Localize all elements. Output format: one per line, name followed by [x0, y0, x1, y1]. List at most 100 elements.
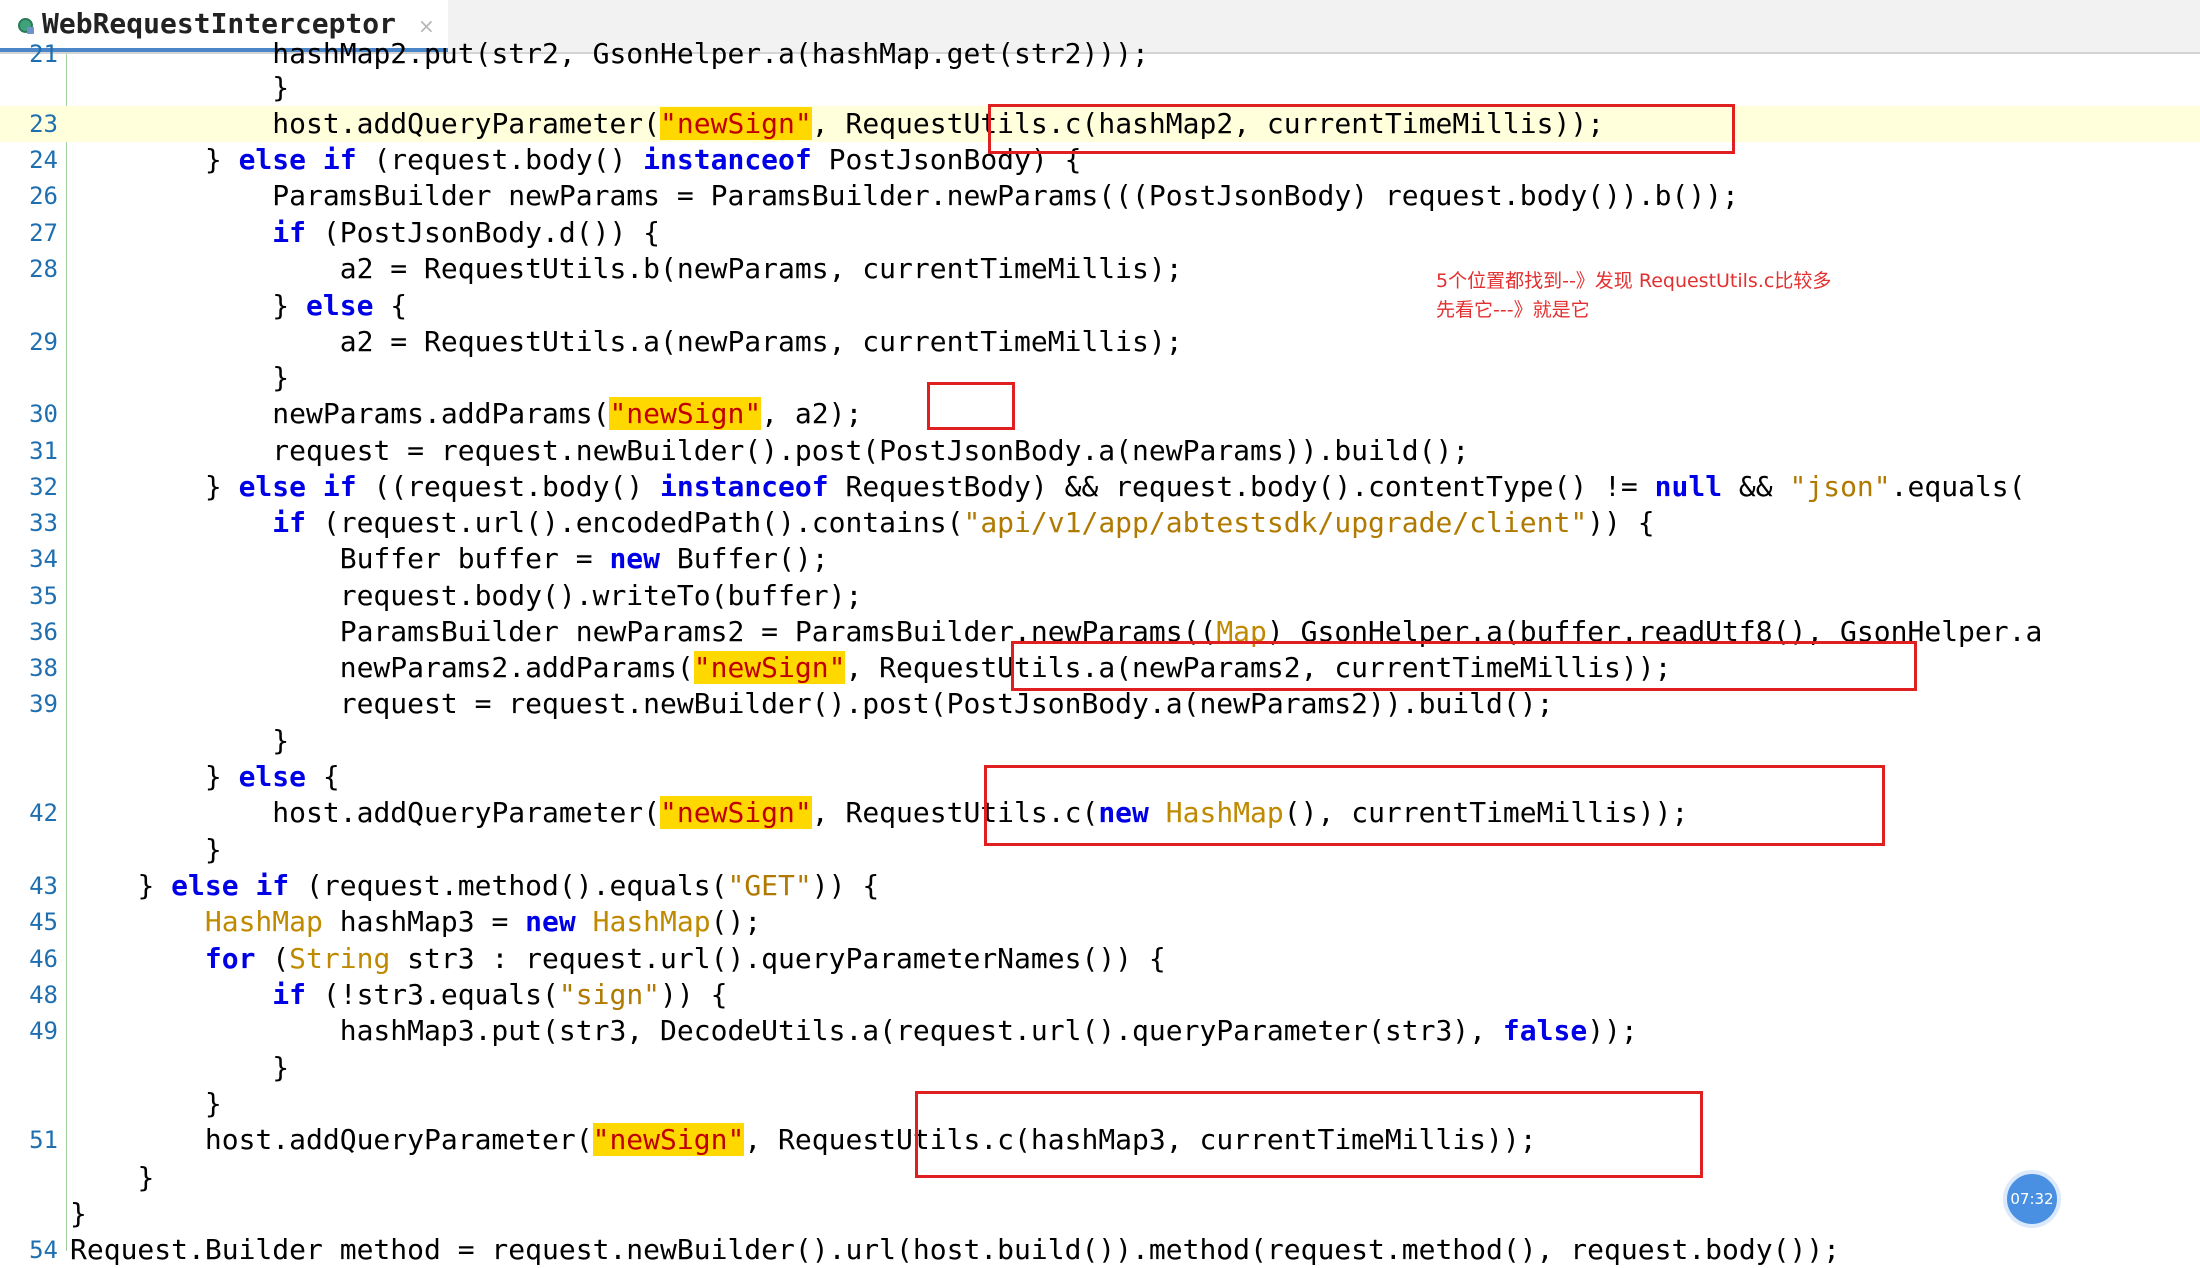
code-text: ParamsBuilder newParams2 = ParamsBuilder… — [70, 614, 2043, 650]
code-text: } — [70, 723, 289, 759]
code-line[interactable]: 29 a2 = RequestUtils.a(newParams, curren… — [0, 324, 2200, 360]
code-text: HashMap hashMap3 = new HashMap(); — [70, 904, 761, 940]
code-line[interactable]: 39 request = request.newBuilder().post(P… — [0, 686, 2200, 722]
code-line[interactable]: 30 newParams.addParams("newSign", a2); — [0, 396, 2200, 432]
code-token: newParams2.addParams( — [339, 651, 694, 684]
code-line[interactable]: 23 host.addQueryParameter("newSign", Req… — [0, 106, 2200, 142]
code-token: } — [137, 869, 172, 902]
code-line[interactable]: } — [0, 70, 2200, 106]
code-line[interactable]: } else { — [0, 759, 2200, 795]
code-token: Buffer buffer = — [339, 542, 610, 575]
code-text: } — [70, 1050, 289, 1086]
code-line[interactable]: 45 HashMap hashMap3 = new HashMap(); — [0, 904, 2200, 940]
code-line[interactable]: 32 } else if ((request.body() instanceof… — [0, 469, 2200, 505]
code-line[interactable]: 34 Buffer buffer = new Buffer(); — [0, 541, 2200, 577]
code-line[interactable]: 42 host.addQueryParameter("newSign", Req… — [0, 795, 2200, 831]
annotation-line-2: 先看它---》就是它 — [1436, 299, 1590, 321]
code-token: && — [1722, 470, 1790, 503]
code-token: } — [70, 1197, 87, 1230]
code-line[interactable]: } — [0, 832, 2200, 868]
clock-badge[interactable]: 07:32 — [2003, 1170, 2061, 1228]
code-line[interactable]: 31 request = request.newBuilder().post(P… — [0, 433, 2200, 469]
code-token: (request.body() — [356, 143, 644, 176]
code-token: , a2); — [761, 397, 863, 430]
code-token: request.body().writeTo(buffer); — [339, 579, 863, 612]
code-line[interactable]: } — [0, 1196, 2200, 1232]
code-line[interactable]: 36 ParamsBuilder newParams2 = ParamsBuil… — [0, 614, 2200, 650]
code-line[interactable]: 24 } else if (request.body() instanceof … — [0, 142, 2200, 178]
line-number: 32 — [29, 473, 58, 501]
code-text: } else { — [70, 759, 340, 795]
code-line[interactable]: } — [0, 1050, 2200, 1086]
annotation-line-1: 5个位置都找到--》发现 RequestUtils.c比较多 — [1436, 270, 1832, 292]
code-token: host.addQueryParameter( — [204, 1123, 593, 1156]
code-text: if (!str3.equals("sign")) { — [70, 977, 727, 1013]
line-number: 34 — [29, 545, 58, 573]
code-text: } else if (request.method().equals("GET"… — [70, 868, 879, 904]
code-token: (PostJsonBody.d()) { — [306, 216, 661, 249]
type-name: HashMap — [592, 905, 711, 938]
code-token: str3 : request.url().queryParameterNames… — [390, 942, 1166, 975]
code-text: } else if (request.body() instanceof Pos… — [70, 142, 1082, 178]
code-line[interactable]: 38 newParams2.addParams("newSign", Reque… — [0, 650, 2200, 686]
code-line[interactable]: } else { — [0, 288, 2200, 324]
keyword: false — [1502, 1014, 1588, 1047]
code-line[interactable]: 35 request.body().writeTo(buffer); — [0, 578, 2200, 614]
code-token: host.addQueryParameter( — [272, 796, 661, 829]
search-match: "newSign" — [693, 651, 846, 684]
code-text: } else { — [70, 288, 407, 324]
close-icon[interactable]: × — [418, 14, 435, 38]
code-line[interactable]: 51 host.addQueryParameter("newSign", Req… — [0, 1122, 2200, 1158]
line-number: 30 — [29, 400, 58, 428]
code-text: } — [70, 832, 222, 868]
code-line[interactable]: 54 Request.Builder method = request.newBu… — [0, 1232, 2200, 1268]
code-line[interactable]: } — [0, 1086, 2200, 1122]
code-line[interactable]: 33 if (request.url().encodedPath().conta… — [0, 505, 2200, 541]
code-text: request.body().writeTo(buffer); — [70, 578, 863, 614]
search-match: "newSign" — [660, 796, 812, 829]
code-line[interactable]: 46 for (String str3 : request.url().quer… — [0, 941, 2200, 977]
keyword: null — [1654, 470, 1723, 503]
code-line[interactable]: } — [0, 723, 2200, 759]
code-token: request = request.newBuilder().post(Post… — [339, 687, 1554, 720]
code-token: } — [272, 361, 290, 394]
code-line[interactable]: 21 hashMap2.put(str2, GsonHelper.a(hashM… — [0, 36, 2200, 72]
code-text: } — [70, 70, 289, 106]
code-line[interactable]: } — [0, 360, 2200, 396]
code-line[interactable]: 28 a2 = RequestUtils.b(newParams, curren… — [0, 251, 2200, 287]
code-token: newParams.addParams( — [272, 397, 610, 430]
code-line[interactable]: } — [0, 1160, 2200, 1196]
code-token: } — [272, 71, 290, 104]
code-line[interactable]: 27 if (PostJsonBody.d()) { — [0, 215, 2200, 251]
code-text: host.addQueryParameter("newSign", Reques… — [70, 1122, 1537, 1158]
line-number: 21 — [29, 40, 58, 68]
code-token: )) { — [660, 978, 728, 1011]
code-text: newParams.addParams("newSign", a2); — [70, 396, 862, 432]
string-literal: "api/v1/app/abtestsdk/upgrade/client" — [963, 506, 1588, 539]
code-text: } — [70, 1160, 154, 1196]
code-token: } — [272, 1051, 290, 1084]
code-line[interactable]: 43 } else if (request.method().equals("G… — [0, 868, 2200, 904]
code-token: , — [811, 107, 846, 140]
code-line[interactable]: 26 ParamsBuilder newParams = ParamsBuild… — [0, 178, 2200, 214]
keyword: new — [609, 542, 661, 575]
code-line[interactable]: 49 hashMap3.put(str3, DecodeUtils.a(requ… — [0, 1013, 2200, 1049]
code-token: a2 = RequestUtils.b(newParams, currentTi… — [339, 252, 1183, 285]
code-token: } — [204, 143, 239, 176]
code-line[interactable]: 48 if (!str3.equals("sign")) { — [0, 977, 2200, 1013]
code-token: ( — [255, 942, 290, 975]
keyword: else if — [238, 470, 357, 503]
